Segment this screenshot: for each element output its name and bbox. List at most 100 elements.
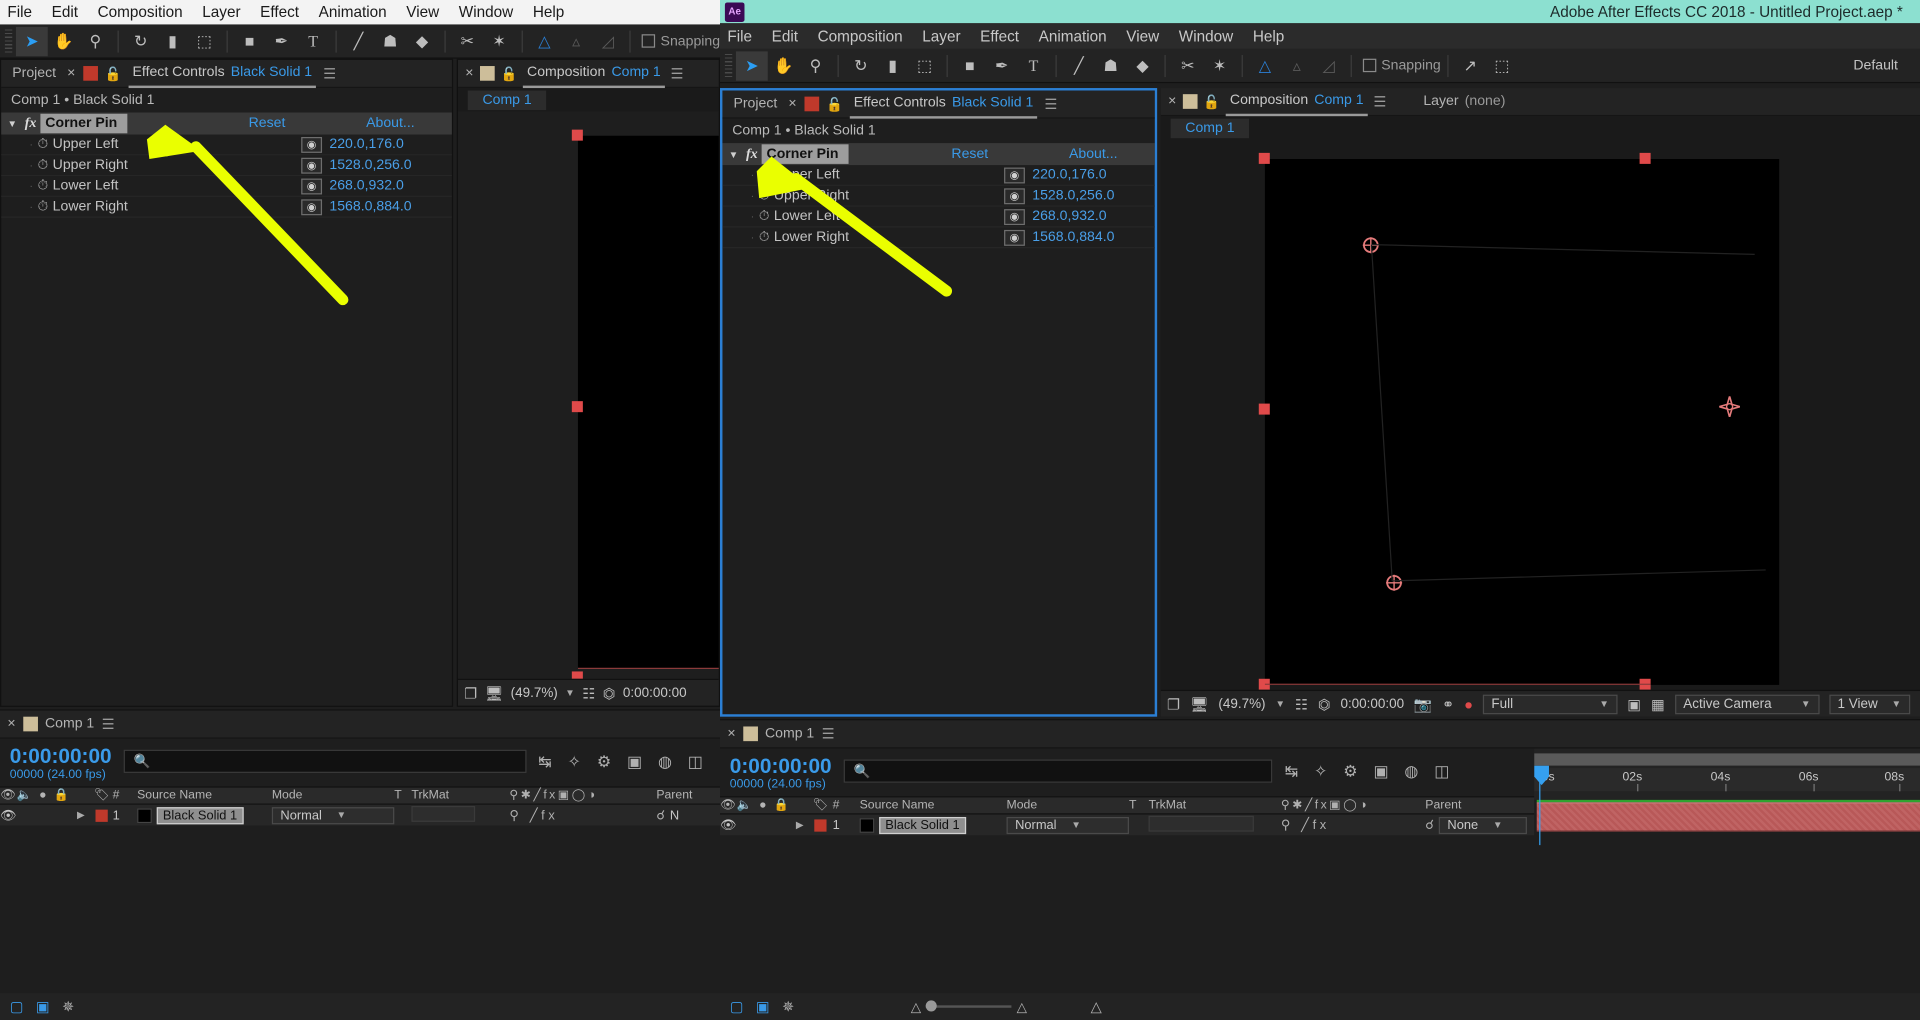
- layer-label-color[interactable]: [95, 809, 108, 822]
- foreground-menu-bar[interactable]: File Edit Composition Layer Effect Anima…: [720, 23, 1920, 49]
- property-row-lower-left[interactable]: · ⏱ Lower Left ◉ 268.0,932.0: [722, 207, 1155, 228]
- disclosure-triangle-icon[interactable]: ▼: [4, 118, 21, 129]
- toolbar-gripper[interactable]: [4, 28, 13, 54]
- composition-mini-flowchart-icon[interactable]: ↹: [1285, 762, 1298, 782]
- foreground-timeline-bottom-strip[interactable]: ▢ ▣ ✵ △ △ △: [720, 993, 1920, 1020]
- comp-view-tab-label[interactable]: Comp 1: [1170, 118, 1250, 138]
- rotation-tool[interactable]: ↻: [125, 26, 157, 55]
- property-value[interactable]: 1528.0,256.0: [329, 158, 451, 173]
- tab-composition[interactable]: Composition Comp 1: [523, 60, 665, 88]
- chevron-down-icon[interactable]: ▼: [1493, 819, 1503, 830]
- tab-composition[interactable]: Composition Comp 1: [1226, 87, 1368, 116]
- timeline-zoom-scrollbar[interactable]: [1534, 753, 1920, 766]
- panel-menu-icon[interactable]: ☰: [1044, 95, 1057, 112]
- chevron-down-icon[interactable]: ▼: [337, 810, 347, 821]
- layer-expand-triangle-icon[interactable]: ▶: [71, 810, 91, 821]
- timeline-search-input[interactable]: 🔍: [843, 759, 1273, 783]
- menu-item-help[interactable]: Help: [1253, 28, 1284, 45]
- snapping-toggle[interactable]: Snapping: [1362, 58, 1441, 73]
- layer-trkmat-field[interactable]: [411, 805, 476, 822]
- stopwatch-icon[interactable]: ⏱: [754, 188, 774, 204]
- rotation-tool[interactable]: ↻: [845, 51, 877, 80]
- close-icon[interactable]: ×: [465, 66, 473, 81]
- menu-item-layer[interactable]: Layer: [922, 28, 960, 45]
- menu-item-edit[interactable]: Edit: [772, 28, 798, 45]
- layer-source-name[interactable]: Black Solid 1: [156, 806, 244, 824]
- timeline-track-area[interactable]: [1534, 799, 1920, 842]
- roto-brush-tool[interactable]: ✂: [451, 26, 483, 55]
- pen-tool[interactable]: ✒: [986, 51, 1018, 80]
- timeline-search-input[interactable]: 🔍: [123, 749, 527, 773]
- corner-handle[interactable]: [571, 129, 583, 141]
- puppet-pin-tool[interactable]: ✶: [1204, 51, 1236, 80]
- bend-pin-icon[interactable]: ◿: [1313, 51, 1345, 80]
- panel-menu-icon[interactable]: ☰: [671, 65, 684, 82]
- property-row-lower-right[interactable]: · ⏱ Lower Right ◉ 1568.0,884.0: [1, 197, 452, 218]
- layer-blend-mode[interactable]: Normal ▼: [271, 806, 395, 824]
- brush-tool[interactable]: ╱: [1063, 51, 1095, 80]
- foreground-effect-controls-tabbar[interactable]: Project × 🔓 Effect Controls Black Solid …: [722, 90, 1155, 119]
- menu-item-composition[interactable]: Composition: [98, 4, 183, 21]
- pen-tool[interactable]: ✒: [265, 26, 297, 55]
- menu-item-animation[interactable]: Animation: [1039, 28, 1107, 45]
- views-selector[interactable]: 1 View ▼: [1828, 694, 1910, 714]
- property-value[interactable]: 268.0,932.0: [1032, 209, 1154, 224]
- foreground-comp-canvas[interactable]: [1258, 152, 1780, 690]
- foreground-effect-header[interactable]: ▼ fx Corner Pin Reset About...: [722, 143, 1155, 166]
- layer-expand-triangle-icon[interactable]: ▶: [791, 819, 808, 830]
- zoom-out-timeline-icon[interactable]: △: [911, 999, 921, 1015]
- chevron-down-icon[interactable]: ▼: [1071, 819, 1081, 830]
- effect-name[interactable]: Corner Pin: [40, 113, 128, 134]
- chevron-down-icon[interactable]: ▼: [1801, 698, 1811, 709]
- tab-effect-controls[interactable]: Effect Controls Black Solid 1: [850, 90, 1038, 119]
- background-composition-tabbar[interactable]: × 🔓 Composition Comp 1 ☰: [457, 59, 719, 89]
- graph-editor-icon[interactable]: ◫: [1434, 762, 1449, 782]
- camera-tool[interactable]: ▮: [877, 51, 909, 80]
- effect-reset-link[interactable]: Reset: [951, 147, 1069, 162]
- composition-mini-flowchart-icon[interactable]: ↹: [538, 752, 551, 772]
- timeline-time-ruler[interactable]: 0s 02s 04s 06s 08s: [1534, 768, 1920, 792]
- background-timeline-bottom-strip[interactable]: ▢ ▣ ✵: [0, 993, 721, 1020]
- menu-item-edit[interactable]: Edit: [52, 4, 78, 21]
- background-comp-toolbar[interactable]: ❐ 🖥 (49.7%) ▼ ☷ ⏣ 0:00:00:00: [457, 678, 719, 706]
- comp-view-tab-label[interactable]: Comp 1: [467, 89, 547, 110]
- layer-trkmat-field[interactable]: [1148, 815, 1254, 832]
- comp-timecode[interactable]: 0:00:00:00: [1340, 697, 1404, 712]
- panel-menu-icon[interactable]: ☰: [323, 65, 336, 82]
- menu-item-file[interactable]: File: [727, 28, 752, 45]
- layer-blend-mode[interactable]: Normal ▼: [1006, 816, 1129, 834]
- monitor-icon[interactable]: 🖥: [1190, 695, 1209, 712]
- shape-tool[interactable]: ■: [234, 26, 266, 55]
- property-value[interactable]: 220.0,176.0: [329, 137, 451, 152]
- toggle-switches-modes-icon[interactable]: ▣: [756, 998, 770, 1015]
- lock-icon[interactable]: 🔓: [826, 96, 843, 112]
- current-time-indicator[interactable]: [1533, 765, 1550, 793]
- motion-blur-toggle-icon[interactable]: ✵: [782, 998, 794, 1015]
- timeline-header-icons[interactable]: ↹ ✧ ⚙ ▣ ◍ ◫: [538, 752, 710, 772]
- chevron-down-icon[interactable]: ▼: [1599, 698, 1609, 709]
- monitor-icon[interactable]: 🖥: [485, 684, 504, 701]
- menu-item-help[interactable]: Help: [533, 4, 564, 21]
- layer-label-color[interactable]: [814, 818, 827, 832]
- property-row-upper-left[interactable]: · ⏱ Upper Left ◉ 220.0,176.0: [722, 165, 1155, 186]
- draft-3d-icon[interactable]: ✧: [1314, 762, 1327, 782]
- layer-visibility-toggle[interactable]: 👁: [0, 807, 16, 823]
- corner-handle[interactable]: [571, 401, 583, 413]
- tab-project[interactable]: Project: [9, 59, 60, 87]
- close-icon[interactable]: ×: [727, 726, 735, 741]
- show-snapshot-icon[interactable]: ⚭: [1442, 695, 1454, 712]
- camera-tool[interactable]: ▮: [157, 26, 189, 55]
- foreground-comp-viewtab[interactable]: Comp 1: [1160, 116, 1920, 140]
- smooth-mask-icon[interactable]: ▵: [560, 26, 592, 55]
- layer-parent-value[interactable]: N: [670, 808, 679, 823]
- stopwatch-icon[interactable]: ⏱: [33, 136, 53, 152]
- align-icon[interactable]: ↗: [1454, 51, 1486, 80]
- take-snapshot-icon[interactable]: 📷: [1414, 695, 1432, 712]
- stopwatch-icon[interactable]: ⏱: [33, 157, 53, 173]
- layer-parent-value[interactable]: None ▼: [1438, 816, 1528, 834]
- smooth-mask-icon[interactable]: ▵: [1281, 51, 1313, 80]
- lock-icon[interactable]: 🔓: [500, 65, 517, 82]
- tab-layer[interactable]: Layer (none): [1420, 87, 1509, 115]
- grid-guides-icon[interactable]: ☷: [582, 684, 595, 701]
- comp-flowchart-icon[interactable]: ▢: [10, 998, 24, 1015]
